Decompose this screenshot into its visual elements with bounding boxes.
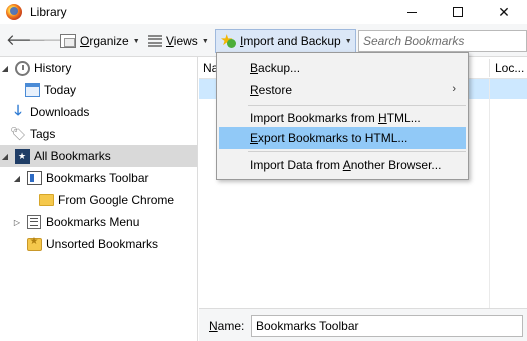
column-separator[interactable] (489, 59, 490, 77)
organize-button[interactable]: Organize ▼ (60, 31, 140, 51)
menu-separator (248, 105, 466, 106)
tag-icon: 🏷 (9, 126, 27, 141)
tree-item-from-google-chrome[interactable]: From Google Chrome (0, 189, 197, 211)
details-pane: Name: Bookmarks Toolbar (199, 308, 527, 341)
dropdown-caret-icon: ▼ (132, 37, 140, 45)
download-icon: 🡓 (14, 102, 22, 118)
name-label: Name: (209, 319, 245, 333)
tree-item-today[interactable]: Today (0, 79, 197, 101)
tree-item-label: All Bookmarks (34, 149, 111, 163)
tree-item-downloads[interactable]: 🡓 Downloads (0, 101, 197, 123)
tree-item-label: Unsorted Bookmarks (46, 237, 159, 251)
tree-item-label: Tags (30, 127, 56, 141)
import-and-backup-menu: Backup... Restore › Import Bookmarks fro… (216, 52, 469, 180)
tree-item-unsorted-bookmarks[interactable]: Unsorted Bookmarks (0, 233, 197, 255)
menu-item-label: Export Bookmarks to HTML... (250, 131, 408, 145)
import-and-backup-label: Import and Backup (240, 34, 341, 48)
menu-item-label: Backup... (250, 61, 301, 75)
column-grid-line (489, 79, 490, 308)
maximize-button[interactable] (435, 0, 481, 24)
tree-item-label: Downloads (30, 105, 90, 119)
calendar-icon (24, 82, 40, 98)
tree-item-all-bookmarks[interactable]: ◢ ★ All Bookmarks (0, 145, 197, 167)
tree-item-label: Today (44, 83, 77, 97)
minimize-button[interactable] (389, 0, 435, 24)
dropdown-caret-icon: ▼ (201, 37, 209, 45)
tree-item-tags[interactable]: 🏷 Tags (0, 123, 197, 145)
collapse-twisty-icon[interactable]: ◢ (0, 64, 10, 73)
search-bookmarks-input[interactable]: Search Bookmarks (358, 30, 527, 52)
column-location-header[interactable]: Loc... (495, 61, 524, 75)
menu-item-export-html[interactable]: Export Bookmarks to HTML... (219, 127, 466, 149)
folder-icon (38, 192, 54, 208)
organize-icon (60, 34, 76, 48)
menu-item-import-from-browser[interactable]: Import Data from Another Browser... (219, 154, 466, 176)
menu-item-label: Restore (250, 83, 293, 97)
title-bar: Library ✕ (0, 0, 527, 24)
unsorted-bookmarks-icon (26, 236, 42, 252)
tree-item-label: From Google Chrome (58, 193, 175, 207)
menu-item-restore[interactable]: Restore › (219, 79, 466, 101)
submenu-arrow-icon: › (452, 83, 456, 95)
bookmarks-toolbar-icon (26, 170, 42, 186)
expand-twisty-icon[interactable]: ▷ (12, 218, 22, 227)
views-label: Views (166, 34, 198, 48)
organize-label: Organize (80, 34, 129, 48)
menu-item-import-html[interactable]: Import Bookmarks from HTML... (219, 107, 466, 129)
menu-item-backup[interactable]: Backup... (219, 57, 466, 79)
tree-item-label: Bookmarks Menu (46, 215, 140, 229)
dropdown-caret-icon: ▼ (344, 37, 352, 45)
maximize-icon (453, 7, 463, 17)
minimize-icon (407, 11, 417, 13)
tree-item-bookmarks-toolbar[interactable]: ◢ Bookmarks Toolbar (0, 167, 197, 189)
name-field[interactable]: Bookmarks Toolbar (251, 315, 523, 337)
tree-item-label: History (34, 61, 72, 75)
views-icon (148, 34, 162, 48)
views-button[interactable]: Views ▼ (148, 31, 209, 51)
bookmarks-menu-icon (26, 214, 42, 230)
close-button[interactable]: ✕ (481, 0, 527, 24)
close-icon: ✕ (498, 3, 510, 20)
places-tree: ◢ History Today 🡓 Downloads 🏷 Tags ◢ ★ A… (0, 57, 198, 341)
collapse-twisty-icon[interactable]: ◢ (0, 152, 10, 161)
window-title: Library (30, 5, 67, 19)
all-bookmarks-icon: ★ (14, 148, 30, 164)
menu-item-label: Import Bookmarks from HTML... (250, 111, 421, 125)
collapse-twisty-icon[interactable]: ◢ (12, 174, 22, 183)
tree-item-label: Bookmarks Toolbar (46, 171, 149, 185)
firefox-icon (6, 4, 22, 20)
import-and-backup-button[interactable]: ★ Import and Backup ▼ (215, 29, 356, 53)
import-backup-icon: ★ (220, 33, 236, 49)
menu-item-label: Import Data from Another Browser... (250, 158, 442, 172)
menu-separator (248, 151, 466, 152)
tree-item-history[interactable]: ◢ History (0, 57, 197, 79)
clock-icon (14, 60, 30, 76)
tree-item-bookmarks-menu[interactable]: ▷ Bookmarks Menu (0, 211, 197, 233)
